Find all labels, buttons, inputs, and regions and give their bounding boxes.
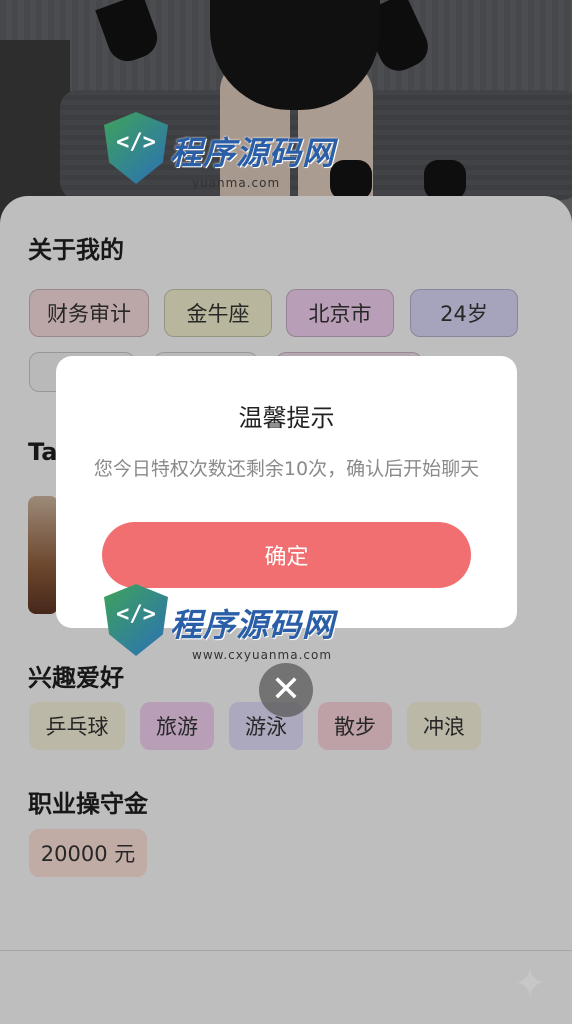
watermark-shield-icon: </> [104, 112, 168, 184]
watermark-domain: www.cxyuanma.com [192, 648, 333, 662]
watermark-logo: </> 程序源码网 yuanma.com [104, 112, 354, 212]
watermark-domain: yuanma.com [192, 176, 281, 190]
watermark-brand: 程序源码网 [170, 606, 336, 644]
dialog-title: 温馨提示 [238, 404, 335, 432]
watermark-brand: 程序源码网 [170, 134, 336, 172]
dialog-message: 您今日特权次数还剩余10次，确认后开始聊天 [93, 458, 480, 480]
confirm-button[interactable]: 确定 [102, 522, 471, 588]
watermark-shield-icon: </> [104, 584, 168, 656]
watermark-logo: </> 程序源码网 www.cxyuanma.com [104, 584, 354, 684]
